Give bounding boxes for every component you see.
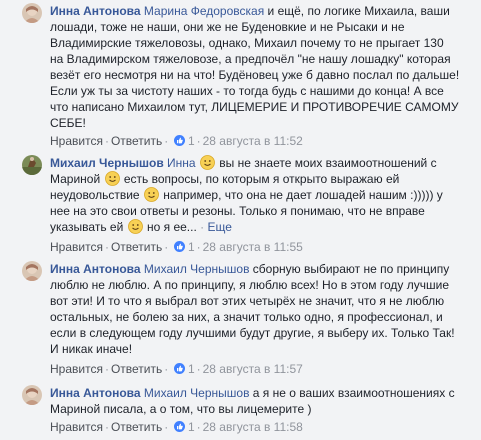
- avatar-inna[interactable]: [22, 3, 42, 23]
- comment-text: и ещё, по логике Михаила, ваши лошади, т…: [50, 4, 460, 130]
- comment-author[interactable]: Михаил Чернышов: [50, 156, 164, 170]
- avatar-image: [22, 3, 42, 23]
- avatar-mikhail[interactable]: [22, 155, 42, 175]
- comment-author[interactable]: Инна Антонова: [50, 262, 141, 276]
- comment-author[interactable]: Инна Антонова: [50, 386, 141, 400]
- comment-actions: Нравится · Ответить · 1 · 28 августа в 11:52: [50, 134, 303, 148]
- avatar-image: [22, 155, 42, 175]
- comment-mention[interactable]: Михаил Чернышов: [144, 386, 250, 400]
- comment-mention[interactable]: Инна: [167, 156, 196, 170]
- avatar-inna[interactable]: [22, 385, 42, 405]
- like-count[interactable]: 1: [188, 362, 195, 376]
- comment-timestamp[interactable]: 28 августа в 11:57: [203, 362, 303, 376]
- reply-link[interactable]: Ответить: [111, 420, 162, 434]
- avatar-image: [22, 261, 42, 281]
- like-link[interactable]: Нравится: [50, 240, 103, 254]
- thumbs-up-icon[interactable]: [173, 241, 185, 252]
- smile-emoji-icon: [104, 171, 120, 186]
- comment-body: Инна Антонова Михаил Чернышов сборную вы…: [50, 261, 460, 357]
- comment-timestamp[interactable]: 28 августа в 11:55: [203, 240, 303, 254]
- smile-emoji-icon: [144, 187, 159, 202]
- comment-text-part: но я ее...: [146, 220, 197, 234]
- comment-thread: Инна Антонова Марина Федоровская и ещё, …: [0, 0, 481, 440]
- comment-timestamp[interactable]: 28 августа в 11:58: [203, 420, 303, 434]
- like-count[interactable]: 1: [188, 420, 195, 434]
- comment-timestamp[interactable]: 28 августа в 11:52: [203, 134, 303, 148]
- comment-body: Инна Антонова Михаил Чернышов а я не о в…: [50, 385, 460, 417]
- thumbs-up-icon[interactable]: [173, 421, 185, 432]
- avatar-inna[interactable]: [22, 261, 42, 281]
- comment-actions: Нравится · Ответить · 1 · 28 августа в 11:57: [50, 362, 303, 376]
- comment-mention[interactable]: Михаил Чернышов: [144, 262, 250, 276]
- like-count[interactable]: 1: [188, 134, 195, 148]
- avatar-image: [22, 385, 42, 405]
- comment-body: Михаил Чернышов Инна вы не знаете моих в…: [50, 155, 443, 234]
- smile-emoji-icon: [127, 219, 143, 234]
- comment-text: сборную выбирают не по принципу люблю не…: [50, 262, 455, 356]
- comment-actions: Нравится · Ответить · 1 · 28 августа в 11:58: [50, 420, 303, 434]
- thumbs-up-icon[interactable]: [173, 135, 185, 146]
- reply-link[interactable]: Ответить: [111, 240, 162, 254]
- smile-emoji-icon: [200, 155, 215, 170]
- reply-link[interactable]: Ответить: [111, 134, 162, 148]
- thumbs-up-icon[interactable]: [173, 363, 185, 374]
- comment-mention[interactable]: Марина Федоровская: [144, 4, 264, 18]
- like-count[interactable]: 1: [188, 240, 195, 254]
- reply-link[interactable]: Ответить: [111, 362, 162, 376]
- comment-actions: Нравится · Ответить · 1 · 28 августа в 11:55: [50, 240, 303, 254]
- like-link[interactable]: Нравится: [50, 420, 103, 434]
- see-more-link[interactable]: Еще: [207, 220, 231, 234]
- comment-author[interactable]: Инна Антонова: [50, 4, 141, 18]
- comment-body: Инна Антонова Марина Федоровская и ещё, …: [50, 3, 460, 131]
- like-link[interactable]: Нравится: [50, 362, 103, 376]
- like-link[interactable]: Нравится: [50, 134, 103, 148]
